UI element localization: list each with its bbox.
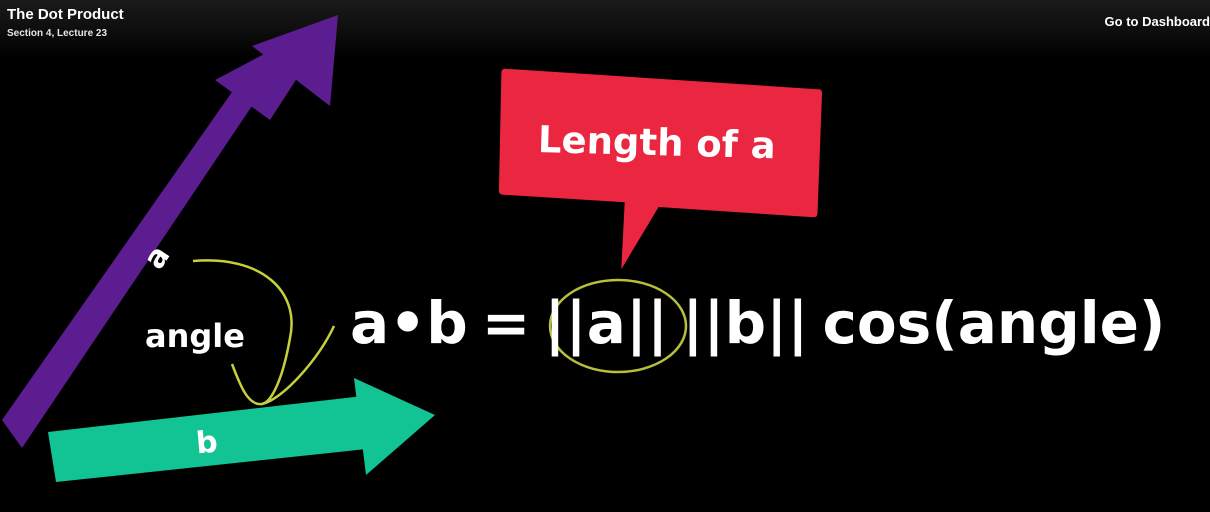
vector-b-label: b	[195, 425, 219, 462]
vector-b-arrow: b	[48, 378, 435, 482]
formula-norm-a: ||a||	[544, 289, 669, 357]
angle-label: angle	[145, 317, 245, 355]
formula-cos-angle: cos(angle)	[822, 289, 1166, 357]
formula-norm-b: ||b||	[682, 289, 809, 357]
formula-equals: =	[481, 289, 531, 357]
length-of-a-callout	[498, 68, 823, 270]
callout-label: Length of a	[537, 118, 777, 168]
formula-dot: •	[389, 289, 427, 357]
formula-vector-b: b	[426, 289, 468, 357]
vector-a-arrow: a	[2, 15, 338, 448]
dot-product-diagram: a b	[2, 15, 823, 482]
formula-vector-a: a	[350, 289, 390, 357]
dot-product-formula: a•b = ||a|| ||b|| cos(angle)	[350, 283, 1165, 363]
